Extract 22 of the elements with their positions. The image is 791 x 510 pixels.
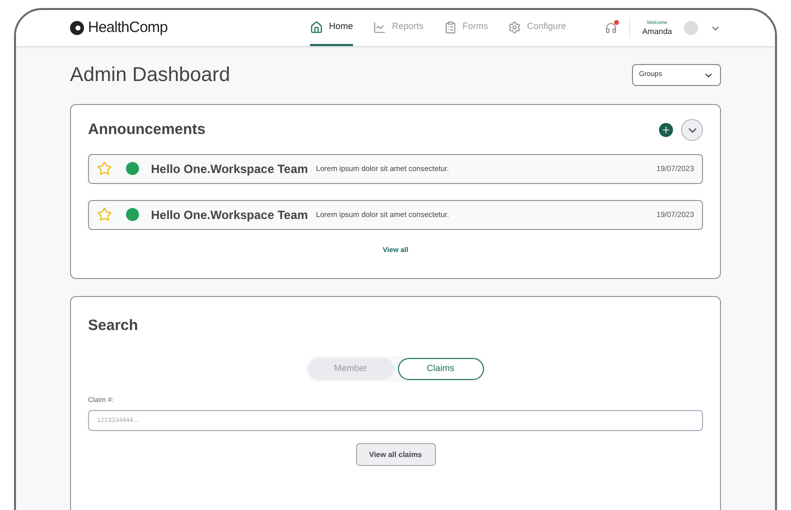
headset-icon	[605, 22, 618, 34]
nav-tab[interactable]: Home	[310, 10, 354, 46]
star-icon[interactable]	[97, 161, 112, 176]
add-button[interactable]	[659, 123, 673, 138]
announcement-title: Hello One.Workspace Team	[151, 206, 308, 224]
section-title: Announcements	[88, 120, 206, 140]
announcement-title: Hello One.Workspace Team	[151, 160, 308, 178]
clipboard-icon	[444, 20, 457, 34]
logo-text: HealthComp	[88, 18, 168, 38]
home-icon	[310, 20, 323, 34]
line-chart-icon	[373, 20, 386, 34]
plus-icon	[661, 125, 671, 136]
user-name: Amanda	[642, 28, 672, 36]
logo-icon	[70, 21, 84, 35]
section-title: Search	[88, 316, 140, 336]
collapse-button[interactable]	[681, 119, 703, 142]
avatar	[684, 21, 698, 35]
page-title: Admin Dashboard	[70, 63, 230, 88]
search-tab[interactable]: Claims	[398, 358, 484, 380]
support-button[interactable]	[605, 22, 618, 34]
star-icon[interactable]	[97, 207, 112, 222]
settings-icon	[508, 20, 522, 34]
